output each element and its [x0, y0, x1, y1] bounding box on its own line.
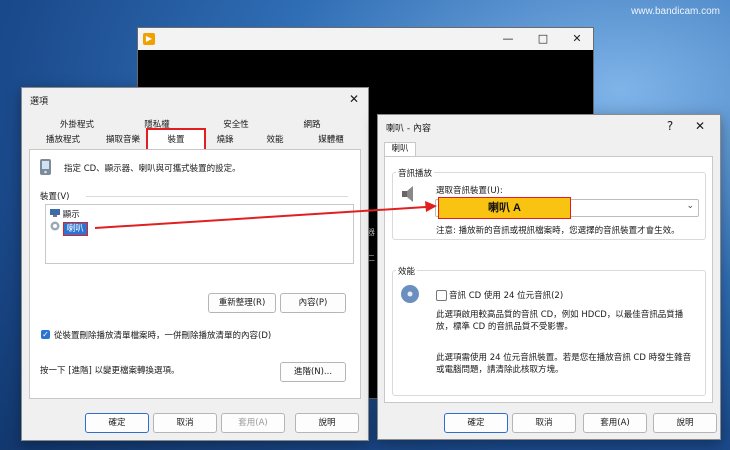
annotation-arrow: [94, 201, 437, 229]
